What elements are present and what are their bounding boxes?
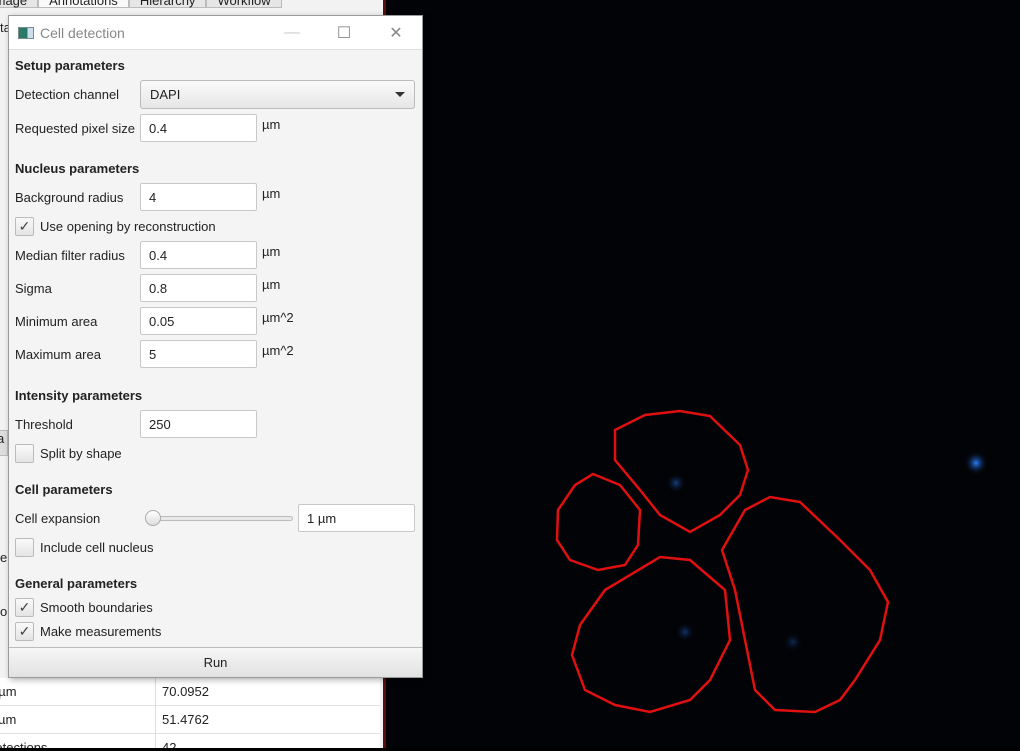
unit: µm^2 (262, 310, 294, 325)
opening-checkbox[interactable]: ✓ (15, 217, 34, 236)
table-value: 51.4762 (156, 712, 209, 727)
section-setup: Setup parameters (15, 58, 125, 73)
nucleus-spot (964, 451, 988, 475)
table-key: Y µm (0, 706, 156, 733)
cell-outline[interactable] (722, 497, 888, 712)
tab-annotations[interactable]: Annotations (38, 0, 129, 8)
threshold-input[interactable]: 250 (140, 410, 257, 438)
measurement-table: X µm70.0952 Y µm51.4762 Detections42 (0, 678, 380, 748)
title-bar[interactable]: Cell detection — ☐ ✕ (9, 16, 422, 50)
side-tab[interactable]: a (0, 430, 8, 456)
table-row[interactable]: Y µm51.4762 (0, 706, 380, 734)
label: Minimum area (15, 314, 97, 329)
label: Smooth boundaries (40, 600, 153, 615)
max-area-input[interactable]: 5 (140, 340, 257, 368)
section-intensity: Intensity parameters (15, 388, 142, 403)
label: Use opening by reconstruction (40, 219, 216, 234)
label: Requested pixel size (15, 121, 135, 136)
table-row[interactable]: Detections42 (0, 734, 380, 748)
include-nucleus-checkbox[interactable] (15, 538, 34, 557)
chevron-down-icon (395, 92, 405, 97)
maximize-button[interactable]: ☐ (318, 23, 370, 43)
slider-thumb[interactable] (145, 510, 161, 526)
label: Threshold (15, 417, 73, 432)
minimize-button[interactable]: — (266, 24, 318, 42)
section-cell: Cell parameters (15, 482, 113, 497)
select-value: DAPI (150, 87, 180, 102)
tab-image[interactable]: Image (0, 0, 38, 8)
min-area-input[interactable]: 0.05 (140, 307, 257, 335)
app-icon (18, 27, 34, 39)
label: Detection channel (15, 87, 119, 102)
unit: µm^2 (262, 343, 294, 358)
section-general: General parameters (15, 576, 137, 591)
cell-outlines (389, 0, 1020, 748)
nucleus-spot (675, 622, 695, 642)
detection-channel-select[interactable]: DAPI (140, 80, 415, 109)
cell-outline[interactable] (572, 557, 730, 712)
dialog-title: Cell detection (40, 25, 266, 41)
tab-bar: Image Annotations Hierarchy Workflow (0, 0, 282, 8)
table-value: 42 (156, 740, 176, 748)
sigma-input[interactable]: 0.8 (140, 274, 257, 302)
tab-workflow[interactable]: Workflow (206, 0, 281, 8)
cell-expansion-input[interactable]: 1 µm (298, 504, 415, 532)
side-fragment: e (0, 550, 7, 565)
label: Split by shape (40, 446, 122, 461)
make-measurements-checkbox[interactable]: ✓ (15, 622, 34, 641)
unit: µm (262, 186, 280, 201)
side-fragment: o (0, 604, 7, 619)
label: Cell expansion (15, 511, 100, 526)
nucleus-spot (783, 632, 803, 652)
unit: µm (262, 117, 280, 132)
background-radius-input[interactable]: 4 (140, 183, 257, 211)
table-key: X µm (0, 678, 156, 705)
table-row[interactable]: X µm70.0952 (0, 678, 380, 706)
label: Include cell nucleus (40, 540, 153, 555)
tab-hierarchy[interactable]: Hierarchy (129, 0, 207, 8)
close-button[interactable]: ✕ (370, 23, 422, 43)
pixel-size-input[interactable]: 0.4 (140, 114, 257, 142)
label: Background radius (15, 190, 123, 205)
smooth-boundaries-checkbox[interactable]: ✓ (15, 598, 34, 617)
label: Median filter radius (15, 248, 125, 263)
run-button[interactable]: Run (9, 647, 422, 677)
cell-expansion-slider[interactable] (153, 516, 293, 521)
unit: µm (262, 277, 280, 292)
median-radius-input[interactable]: 0.4 (140, 241, 257, 269)
label: Make measurements (40, 624, 161, 639)
table-value: 70.0952 (156, 684, 209, 699)
cell-outline[interactable] (615, 411, 748, 532)
cell-detection-dialog: Cell detection — ☐ ✕ Setup parameters De… (8, 15, 423, 678)
nucleus-spot (666, 473, 686, 493)
label: Maximum area (15, 347, 101, 362)
section-nucleus: Nucleus parameters (15, 161, 139, 176)
table-key: Detections (0, 734, 156, 748)
image-viewer[interactable] (389, 0, 1020, 748)
label: Sigma (15, 281, 52, 296)
cell-outline[interactable] (557, 474, 640, 570)
unit: µm (262, 244, 280, 259)
split-by-shape-checkbox[interactable] (15, 444, 34, 463)
